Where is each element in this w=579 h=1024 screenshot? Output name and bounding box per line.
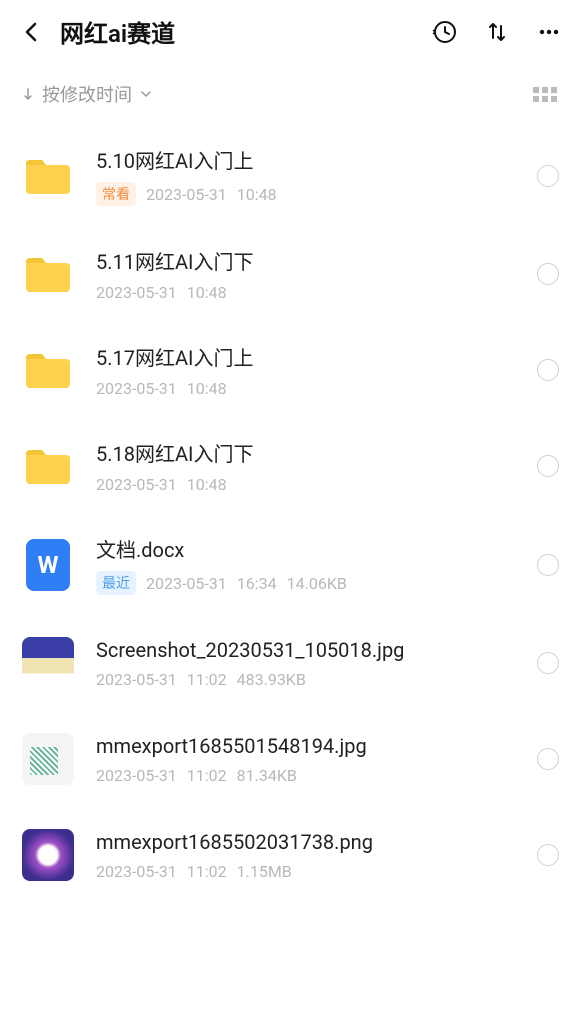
file-time: 10:48 bbox=[187, 283, 227, 302]
image-thumbnail bbox=[22, 829, 74, 881]
file-name: 5.18网红AI入门下 bbox=[96, 438, 517, 467]
file-icon-slot: W bbox=[20, 537, 76, 593]
file-meta: 2023-05-31 11:02 81.34KB bbox=[96, 766, 517, 785]
file-name: 5.11网红AI入门下 bbox=[96, 246, 517, 275]
file-date: 2023-05-31 bbox=[146, 185, 227, 204]
file-meta: 2023-05-31 10:48 bbox=[96, 379, 517, 398]
chevron-left-icon bbox=[22, 22, 42, 42]
sort-bar: 按修改时间 bbox=[0, 63, 579, 125]
select-radio[interactable] bbox=[537, 263, 559, 285]
file-size: 1.15MB bbox=[237, 862, 292, 881]
file-item[interactable]: Screenshot_20230531_105018.jpg 2023-05-31… bbox=[8, 615, 571, 711]
back-button[interactable] bbox=[16, 16, 48, 48]
file-size: 483.93KB bbox=[237, 670, 306, 689]
file-item[interactable]: 5.10网红AI入门上常看 2023-05-31 10:48 bbox=[8, 125, 571, 226]
file-name: 文档.docx bbox=[96, 534, 517, 563]
grid-view-icon bbox=[533, 87, 557, 102]
file-meta: 2023-05-31 10:48 bbox=[96, 283, 517, 302]
file-date: 2023-05-31 bbox=[96, 766, 177, 785]
history-icon bbox=[432, 19, 458, 45]
file-meta: 2023-05-31 10:48 bbox=[96, 475, 517, 494]
file-item[interactable]: 5.18网红AI入门下 2023-05-31 10:48 bbox=[8, 418, 571, 514]
file-time: 11:02 bbox=[187, 766, 227, 785]
file-info: mmexport1685501548194.jpg 2023-05-31 11:02… bbox=[96, 734, 517, 785]
file-info: 5.10网红AI入门上常看 2023-05-31 10:48 bbox=[96, 145, 517, 206]
file-time: 11:02 bbox=[187, 862, 227, 881]
file-info: 5.11网红AI入门下 2023-05-31 10:48 bbox=[96, 246, 517, 302]
file-icon-slot bbox=[20, 148, 76, 204]
select-radio[interactable] bbox=[537, 748, 559, 770]
file-date: 2023-05-31 bbox=[96, 862, 177, 881]
file-item[interactable]: W 文档.docx 最近 2023-05-31 16:34 14.06KB bbox=[8, 514, 571, 615]
file-time: 11:02 bbox=[187, 670, 227, 689]
file-item[interactable]: mmexport1685502031738.png 2023-05-31 11:02… bbox=[8, 807, 571, 903]
folder-icon bbox=[24, 156, 72, 196]
select-radio[interactable] bbox=[537, 554, 559, 576]
select-radio[interactable] bbox=[537, 652, 559, 674]
file-icon-slot bbox=[20, 438, 76, 494]
image-thumbnail bbox=[22, 637, 74, 689]
file-meta: 常看 2023-05-31 10:48 bbox=[96, 182, 517, 206]
badge-frequent: 常看 bbox=[96, 182, 136, 206]
image-thumbnail bbox=[22, 733, 74, 785]
transfer-icon bbox=[485, 20, 509, 44]
header-actions bbox=[431, 18, 563, 46]
select-radio[interactable] bbox=[537, 455, 559, 477]
more-button[interactable] bbox=[535, 18, 563, 46]
sort-label-text: 按修改时间 bbox=[42, 81, 132, 107]
file-time: 10:48 bbox=[187, 475, 227, 494]
file-list: 5.10网红AI入门上常看 2023-05-31 10:48 5.11网红AI入门下… bbox=[0, 125, 579, 903]
file-date: 2023-05-31 bbox=[96, 379, 177, 398]
file-time: 10:48 bbox=[237, 185, 277, 204]
more-icon bbox=[537, 20, 561, 44]
select-radio[interactable] bbox=[537, 359, 559, 381]
file-size: 14.06KB bbox=[287, 574, 347, 593]
file-name: 5.17网红AI入门上 bbox=[96, 342, 517, 371]
file-icon-slot bbox=[20, 246, 76, 302]
header: 网红ai赛道 bbox=[0, 0, 579, 63]
file-item[interactable]: mmexport1685501548194.jpg 2023-05-31 11:02… bbox=[8, 711, 571, 807]
file-meta: 2023-05-31 11:02 1.15MB bbox=[96, 862, 517, 881]
file-date: 2023-05-31 bbox=[96, 475, 177, 494]
file-item[interactable]: 5.17网红AI入门上 2023-05-31 10:48 bbox=[8, 322, 571, 418]
file-icon-slot bbox=[20, 827, 76, 883]
sort-dropdown[interactable]: 按修改时间 bbox=[22, 81, 152, 107]
page-title: 网红ai赛道 bbox=[60, 14, 419, 49]
select-radio[interactable] bbox=[537, 844, 559, 866]
select-radio[interactable] bbox=[537, 165, 559, 187]
file-icon-slot bbox=[20, 731, 76, 787]
file-item[interactable]: 5.11网红AI入门下 2023-05-31 10:48 bbox=[8, 226, 571, 322]
history-button[interactable] bbox=[431, 18, 459, 46]
file-info: 5.18网红AI入门下 2023-05-31 10:48 bbox=[96, 438, 517, 494]
arrow-down-icon bbox=[22, 87, 34, 101]
file-time: 16:34 bbox=[237, 574, 277, 593]
file-info: 文档.docx 最近 2023-05-31 16:34 14.06KB bbox=[96, 534, 517, 595]
file-name: Screenshot_20230531_105018.jpg bbox=[96, 638, 517, 662]
file-icon-slot bbox=[20, 635, 76, 691]
docx-icon: W bbox=[26, 539, 70, 591]
file-name: mmexport1685502031738.png bbox=[96, 830, 517, 854]
file-info: Screenshot_20230531_105018.jpg 2023-05-31… bbox=[96, 638, 517, 689]
folder-icon bbox=[24, 350, 72, 390]
file-info: mmexport1685502031738.png 2023-05-31 11:02… bbox=[96, 830, 517, 881]
folder-icon bbox=[24, 446, 72, 486]
folder-icon bbox=[24, 254, 72, 294]
file-meta: 2023-05-31 11:02 483.93KB bbox=[96, 670, 517, 689]
file-name: 5.10网红AI入门上 bbox=[96, 145, 517, 174]
file-date: 2023-05-31 bbox=[146, 574, 227, 593]
file-info: 5.17网红AI入门上 2023-05-31 10:48 bbox=[96, 342, 517, 398]
file-date: 2023-05-31 bbox=[96, 283, 177, 302]
file-icon-slot bbox=[20, 342, 76, 398]
file-date: 2023-05-31 bbox=[96, 670, 177, 689]
badge-recent: 最近 bbox=[96, 571, 136, 595]
file-name: mmexport1685501548194.jpg bbox=[96, 734, 517, 758]
file-meta: 最近 2023-05-31 16:34 14.06KB bbox=[96, 571, 517, 595]
chevron-down-icon bbox=[140, 90, 152, 98]
file-time: 10:48 bbox=[187, 379, 227, 398]
transfer-button[interactable] bbox=[483, 18, 511, 46]
view-toggle-button[interactable] bbox=[533, 87, 557, 102]
file-size: 81.34KB bbox=[237, 766, 297, 785]
